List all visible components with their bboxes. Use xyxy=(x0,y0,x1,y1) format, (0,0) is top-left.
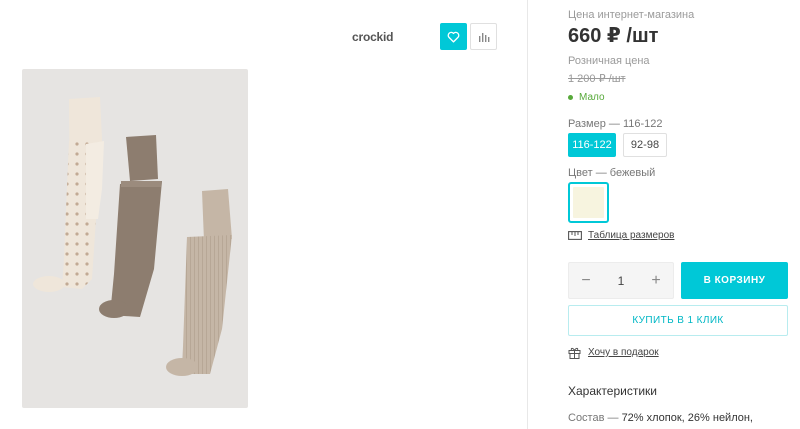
retail-price: 1 200 ₽ /шт xyxy=(568,73,626,85)
color-selected-value: бежевый xyxy=(609,167,656,179)
color-swatch-fill xyxy=(573,187,604,218)
quantity-value[interactable]: 1 xyxy=(618,274,625,288)
buy-one-click-button[interactable]: КУПИТЬ В 1 КЛИК xyxy=(568,305,788,336)
composition-value: 72% хлопок, 26% нейлон, xyxy=(621,412,753,424)
size-table-link[interactable]: Таблица размеров xyxy=(568,230,674,241)
size-label: Размер — 116-122 xyxy=(568,118,663,130)
color-swatch-selected[interactable] xyxy=(568,182,609,223)
composition-row: Состав — 72% хлопок, 26% нейлон, xyxy=(568,412,753,424)
retail-price-label: Розничная цена xyxy=(568,55,650,67)
quantity-stepper[interactable]: − 1 + xyxy=(568,262,674,299)
size-table-text: Таблица размеров xyxy=(588,230,675,241)
stock-status: Мало xyxy=(568,92,605,103)
stock-status-text: Мало xyxy=(579,92,605,103)
color-label: Цвет — бежевый xyxy=(568,167,656,179)
gift-wish-text: Хочу в подарок xyxy=(588,347,659,358)
bar-chart-icon xyxy=(478,32,489,42)
stock-dot-icon xyxy=(568,95,573,100)
compare-button[interactable] xyxy=(470,23,497,50)
minus-icon[interactable]: − xyxy=(579,272,593,290)
gift-wish-link[interactable]: Хочу в подарок xyxy=(568,346,659,359)
brand-logo: crockid xyxy=(352,30,394,44)
favorite-button[interactable] xyxy=(440,23,467,50)
composition-label: Состав xyxy=(568,412,605,424)
product-price: 660 ₽ /шт xyxy=(568,25,659,47)
column-divider xyxy=(527,0,528,429)
heart-icon xyxy=(447,31,460,43)
product-image[interactable] xyxy=(22,69,248,408)
gift-icon xyxy=(568,347,581,359)
size-selected-value: 116-122 xyxy=(622,118,663,130)
add-to-cart-button[interactable]: В КОРЗИНУ xyxy=(681,262,788,299)
size-option-selected[interactable]: 116-122 xyxy=(568,133,616,157)
characteristics-title: Характеристики xyxy=(568,384,657,398)
online-price-label: Цена интернет-магазина xyxy=(568,9,695,21)
ruler-icon xyxy=(568,231,582,240)
plus-icon[interactable]: + xyxy=(649,272,663,290)
size-option[interactable]: 92-98 xyxy=(623,133,667,157)
